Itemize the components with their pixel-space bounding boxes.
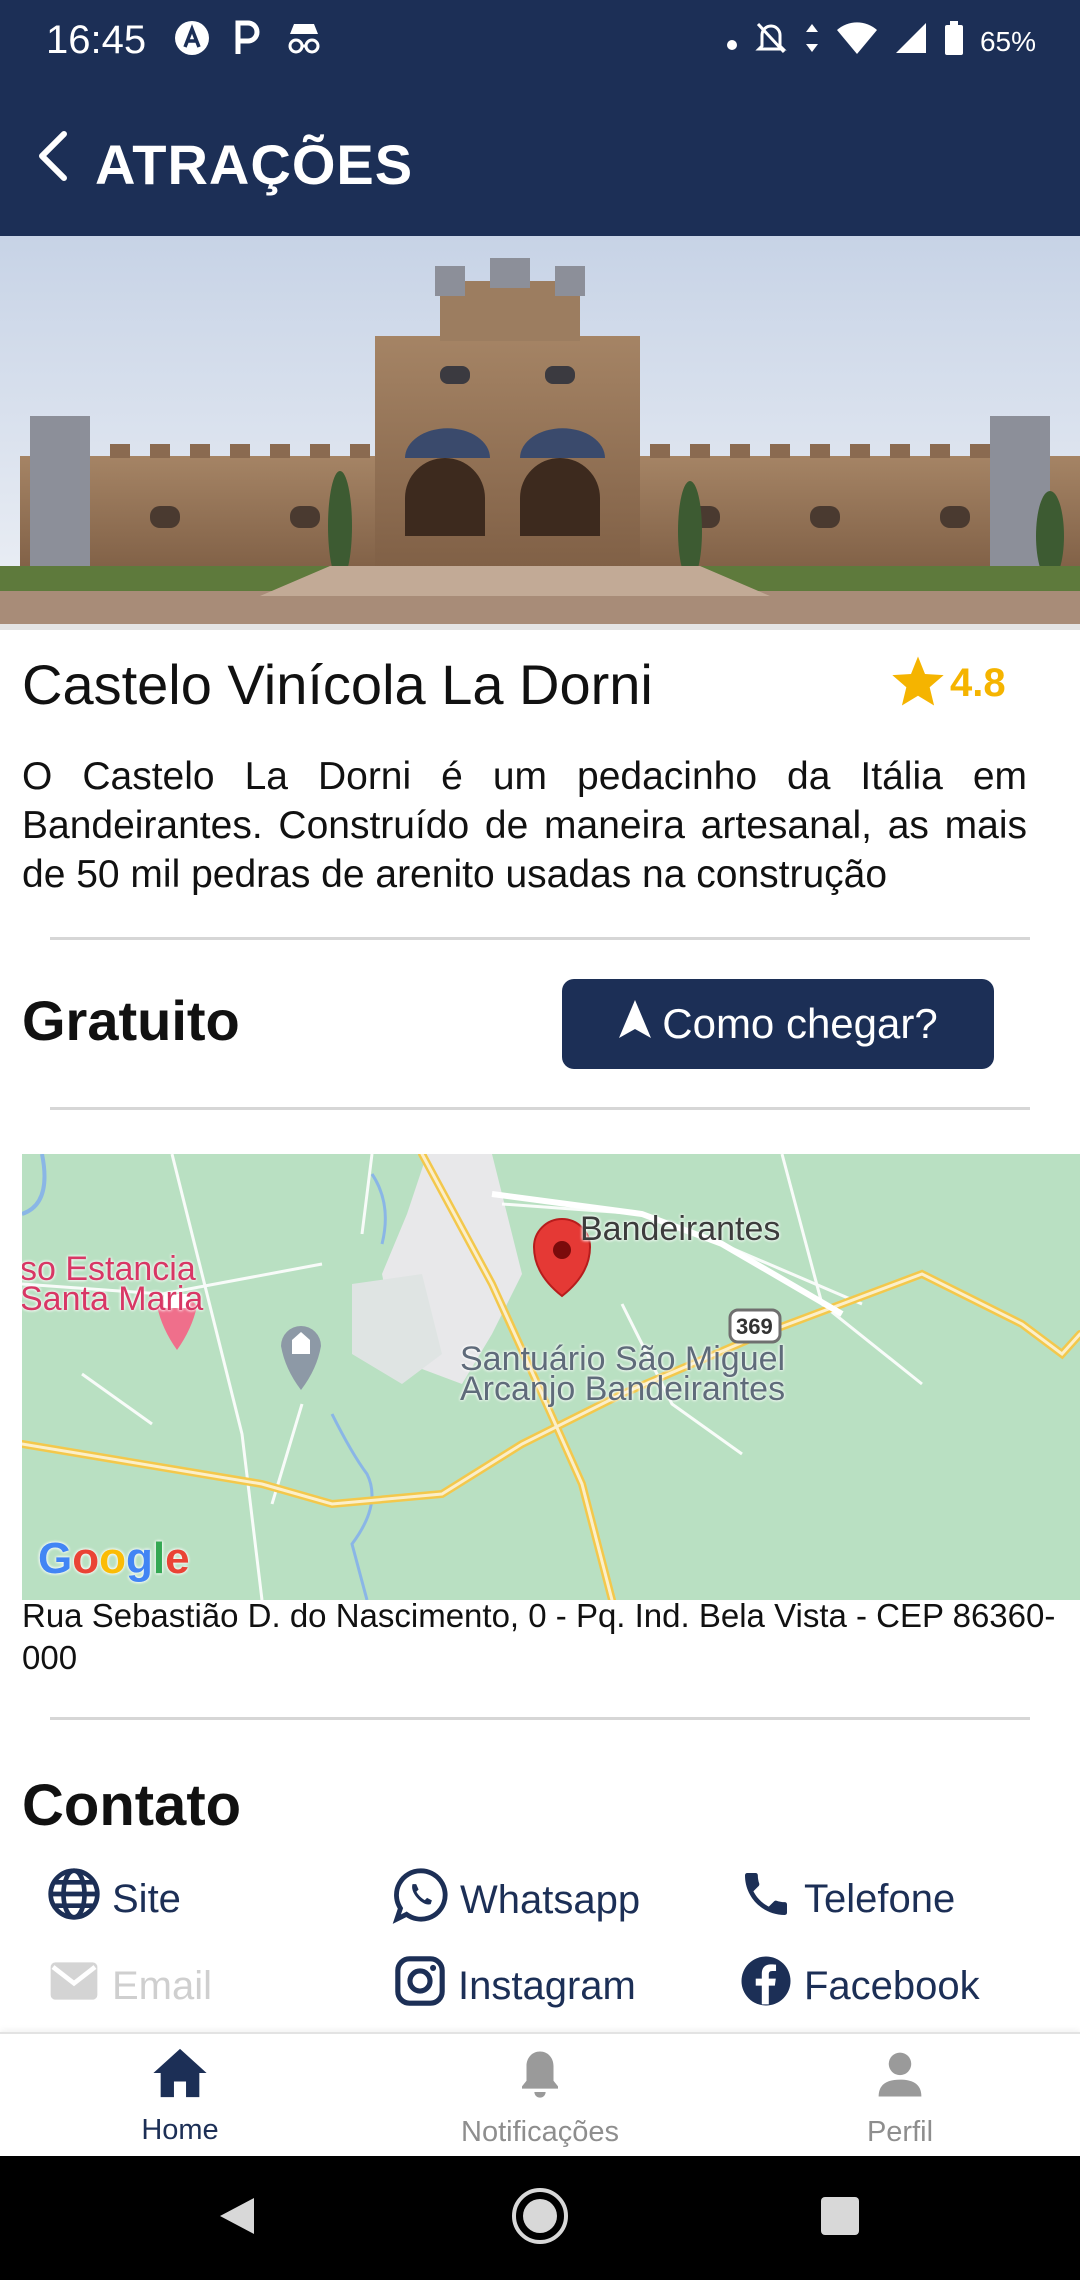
contact-facebook-link[interactable]: Facebook — [738, 1953, 980, 2019]
directions-label: Como chegar? — [662, 1000, 938, 1047]
google-logo: Google — [38, 1534, 190, 1583]
globe-icon — [46, 1866, 102, 1932]
star-icon — [890, 654, 946, 713]
mail-icon — [46, 1953, 102, 2019]
directions-button[interactable]: Como chegar? — [562, 979, 994, 1069]
phone-icon — [738, 1866, 794, 1932]
battery-icon — [944, 20, 964, 63]
contact-label: Facebook — [804, 1963, 980, 2008]
attraction-photo — [0, 236, 1080, 630]
system-recents-button[interactable] — [808, 2186, 872, 2250]
contact-site-link[interactable]: Site — [46, 1866, 181, 1932]
app-a-icon — [174, 20, 210, 61]
attraction-description: O Castelo La Dorni é um pedacinho da Itá… — [22, 755, 1027, 896]
wifi-icon — [836, 21, 878, 62]
bottom-nav: Home Notificações Perfil — [0, 2032, 1080, 2156]
person-icon — [873, 2046, 927, 2110]
attraction-name: Castelo Vinícola La Dorni — [22, 653, 653, 716]
contact-phone-link[interactable]: Telefone — [738, 1866, 955, 1932]
system-nav-bar — [0, 2156, 1080, 2280]
signal-icon — [894, 21, 928, 62]
app-bar: ATRAÇÕES — [0, 80, 1080, 236]
square-recents-icon — [819, 2195, 861, 2242]
chevron-left-icon — [32, 128, 72, 189]
contact-instagram-link[interactable]: Instagram — [392, 1953, 636, 2019]
rating-value: 4.8 — [950, 661, 1006, 705]
status-left-icons — [174, 20, 324, 61]
contact-title: Contato — [22, 1773, 242, 1838]
status-right-icons: 65% — [726, 20, 1036, 63]
page-title: ATRAÇÕES — [95, 133, 414, 196]
home-icon — [151, 2046, 209, 2108]
contact-label: Site — [112, 1876, 181, 1921]
nav-label: Home — [141, 2114, 219, 2146]
route-shield-label: 369 — [736, 1314, 773, 1339]
data-arrows-icon — [804, 20, 820, 63]
nav-home[interactable]: Home — [30, 2046, 330, 2147]
status-time: 16:45 — [46, 18, 147, 62]
back-button[interactable] — [22, 128, 82, 188]
map-city-label: Bandeirantes — [580, 1210, 781, 1248]
divider — [50, 1107, 1030, 1110]
contact-label: Instagram — [458, 1963, 636, 2008]
price-label: Gratuito — [22, 989, 240, 1052]
map-place-label: Santa Maria — [22, 1280, 204, 1318]
parking-p-icon — [232, 20, 262, 61]
nav-label: Notificações — [461, 2116, 619, 2148]
nav-profile[interactable]: Perfil — [750, 2046, 1050, 2149]
nav-label: Perfil — [866, 2116, 934, 2148]
battery-percent: 65% — [979, 25, 1036, 57]
bell-off-icon — [754, 20, 788, 63]
incognito-icon — [284, 20, 324, 61]
location-map[interactable]: Bandeirantes so Estancia Santa Maria San… — [22, 1154, 1080, 1600]
bell-icon — [513, 2046, 567, 2110]
contact-label: Telefone — [804, 1876, 956, 1921]
circle-home-icon — [510, 2186, 570, 2251]
map-place-label: Arcanjo Bandeirantes — [460, 1370, 786, 1408]
triangle-back-icon — [214, 2194, 258, 2243]
system-back-button[interactable] — [204, 2186, 268, 2250]
contact-whatsapp-link[interactable]: Whatsapp — [392, 1866, 640, 1934]
navigation-arrow-icon — [618, 999, 652, 1049]
whatsapp-icon — [392, 1866, 450, 1934]
status-bar: 16:45 65% — [0, 0, 1080, 80]
rating: 4.8 — [890, 654, 1006, 713]
dot-icon — [726, 26, 738, 58]
divider — [50, 1717, 1030, 1720]
instagram-icon — [392, 1953, 448, 2019]
contact-label: Email — [112, 1963, 213, 2008]
contact-label: Whatsapp — [460, 1877, 641, 1922]
system-home-button[interactable] — [508, 2186, 572, 2250]
address: Rua Sebastião D. do Nascimento, 0 - Pq. … — [22, 1597, 1056, 1676]
divider — [50, 937, 1030, 940]
facebook-icon — [738, 1953, 794, 2019]
nav-notifications[interactable]: Notificações — [390, 2046, 690, 2149]
contact-email-link[interactable]: Email — [46, 1953, 212, 2019]
